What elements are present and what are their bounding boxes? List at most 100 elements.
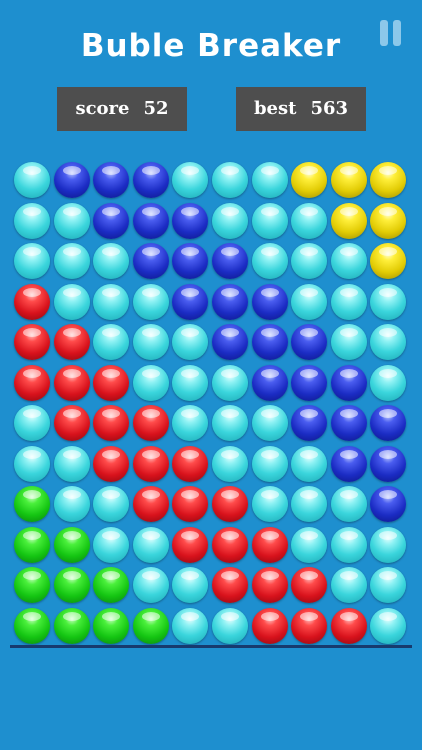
blue-bubble[interactable] bbox=[331, 405, 367, 441]
red-bubble[interactable] bbox=[14, 324, 50, 360]
cyan-bubble[interactable] bbox=[172, 567, 208, 603]
blue-bubble[interactable] bbox=[133, 243, 169, 279]
blue-bubble[interactable] bbox=[212, 284, 248, 320]
cyan-bubble[interactable] bbox=[331, 486, 367, 522]
cyan-bubble[interactable] bbox=[172, 162, 208, 198]
green-bubble[interactable] bbox=[93, 567, 129, 603]
cyan-bubble[interactable] bbox=[14, 446, 50, 482]
blue-bubble[interactable] bbox=[291, 405, 327, 441]
yellow-bubble[interactable] bbox=[370, 162, 406, 198]
green-bubble[interactable] bbox=[14, 527, 50, 563]
cyan-bubble[interactable] bbox=[172, 608, 208, 644]
red-bubble[interactable] bbox=[291, 608, 327, 644]
red-bubble[interactable] bbox=[172, 486, 208, 522]
cyan-bubble[interactable] bbox=[133, 527, 169, 563]
yellow-bubble[interactable] bbox=[291, 162, 327, 198]
blue-bubble[interactable] bbox=[370, 446, 406, 482]
cyan-bubble[interactable] bbox=[54, 446, 90, 482]
cyan-bubble[interactable] bbox=[172, 405, 208, 441]
cyan-bubble[interactable] bbox=[93, 243, 129, 279]
blue-bubble[interactable] bbox=[172, 203, 208, 239]
blue-bubble[interactable] bbox=[93, 162, 129, 198]
blue-bubble[interactable] bbox=[172, 284, 208, 320]
blue-bubble[interactable] bbox=[212, 324, 248, 360]
cyan-bubble[interactable] bbox=[93, 486, 129, 522]
green-bubble[interactable] bbox=[133, 608, 169, 644]
green-bubble[interactable] bbox=[54, 567, 90, 603]
cyan-bubble[interactable] bbox=[93, 527, 129, 563]
red-bubble[interactable] bbox=[14, 284, 50, 320]
red-bubble[interactable] bbox=[172, 527, 208, 563]
cyan-bubble[interactable] bbox=[370, 284, 406, 320]
cyan-bubble[interactable] bbox=[54, 203, 90, 239]
cyan-bubble[interactable] bbox=[212, 405, 248, 441]
cyan-bubble[interactable] bbox=[93, 284, 129, 320]
blue-bubble[interactable] bbox=[252, 284, 288, 320]
red-bubble[interactable] bbox=[54, 365, 90, 401]
cyan-bubble[interactable] bbox=[54, 243, 90, 279]
red-bubble[interactable] bbox=[93, 365, 129, 401]
yellow-bubble[interactable] bbox=[331, 162, 367, 198]
cyan-bubble[interactable] bbox=[212, 203, 248, 239]
blue-bubble[interactable] bbox=[291, 365, 327, 401]
cyan-bubble[interactable] bbox=[54, 284, 90, 320]
yellow-bubble[interactable] bbox=[331, 203, 367, 239]
bubble-board[interactable] bbox=[12, 160, 410, 648]
green-bubble[interactable] bbox=[14, 486, 50, 522]
blue-bubble[interactable] bbox=[370, 405, 406, 441]
yellow-bubble[interactable] bbox=[370, 243, 406, 279]
cyan-bubble[interactable] bbox=[370, 608, 406, 644]
red-bubble[interactable] bbox=[252, 527, 288, 563]
blue-bubble[interactable] bbox=[212, 243, 248, 279]
cyan-bubble[interactable] bbox=[133, 324, 169, 360]
yellow-bubble[interactable] bbox=[370, 203, 406, 239]
cyan-bubble[interactable] bbox=[331, 284, 367, 320]
blue-bubble[interactable] bbox=[331, 446, 367, 482]
red-bubble[interactable] bbox=[252, 567, 288, 603]
red-bubble[interactable] bbox=[252, 608, 288, 644]
blue-bubble[interactable] bbox=[133, 162, 169, 198]
red-bubble[interactable] bbox=[54, 324, 90, 360]
green-bubble[interactable] bbox=[54, 527, 90, 563]
cyan-bubble[interactable] bbox=[252, 486, 288, 522]
cyan-bubble[interactable] bbox=[370, 324, 406, 360]
red-bubble[interactable] bbox=[291, 567, 327, 603]
cyan-bubble[interactable] bbox=[291, 243, 327, 279]
cyan-bubble[interactable] bbox=[14, 162, 50, 198]
cyan-bubble[interactable] bbox=[93, 324, 129, 360]
cyan-bubble[interactable] bbox=[14, 203, 50, 239]
blue-bubble[interactable] bbox=[54, 162, 90, 198]
cyan-bubble[interactable] bbox=[212, 608, 248, 644]
cyan-bubble[interactable] bbox=[14, 405, 50, 441]
cyan-bubble[interactable] bbox=[291, 446, 327, 482]
red-bubble[interactable] bbox=[14, 365, 50, 401]
cyan-bubble[interactable] bbox=[331, 243, 367, 279]
blue-bubble[interactable] bbox=[370, 486, 406, 522]
blue-bubble[interactable] bbox=[133, 203, 169, 239]
blue-bubble[interactable] bbox=[252, 324, 288, 360]
blue-bubble[interactable] bbox=[172, 243, 208, 279]
cyan-bubble[interactable] bbox=[252, 203, 288, 239]
cyan-bubble[interactable] bbox=[252, 162, 288, 198]
green-bubble[interactable] bbox=[14, 567, 50, 603]
cyan-bubble[interactable] bbox=[331, 324, 367, 360]
cyan-bubble[interactable] bbox=[291, 203, 327, 239]
cyan-bubble[interactable] bbox=[252, 405, 288, 441]
red-bubble[interactable] bbox=[172, 446, 208, 482]
cyan-bubble[interactable] bbox=[54, 486, 90, 522]
cyan-bubble[interactable] bbox=[331, 567, 367, 603]
cyan-bubble[interactable] bbox=[331, 527, 367, 563]
red-bubble[interactable] bbox=[54, 405, 90, 441]
cyan-bubble[interactable] bbox=[212, 446, 248, 482]
red-bubble[interactable] bbox=[212, 567, 248, 603]
cyan-bubble[interactable] bbox=[370, 527, 406, 563]
cyan-bubble[interactable] bbox=[370, 365, 406, 401]
red-bubble[interactable] bbox=[212, 527, 248, 563]
cyan-bubble[interactable] bbox=[133, 365, 169, 401]
cyan-bubble[interactable] bbox=[212, 365, 248, 401]
red-bubble[interactable] bbox=[133, 405, 169, 441]
green-bubble[interactable] bbox=[93, 608, 129, 644]
pause-button[interactable] bbox=[378, 20, 404, 46]
cyan-bubble[interactable] bbox=[212, 162, 248, 198]
cyan-bubble[interactable] bbox=[370, 567, 406, 603]
